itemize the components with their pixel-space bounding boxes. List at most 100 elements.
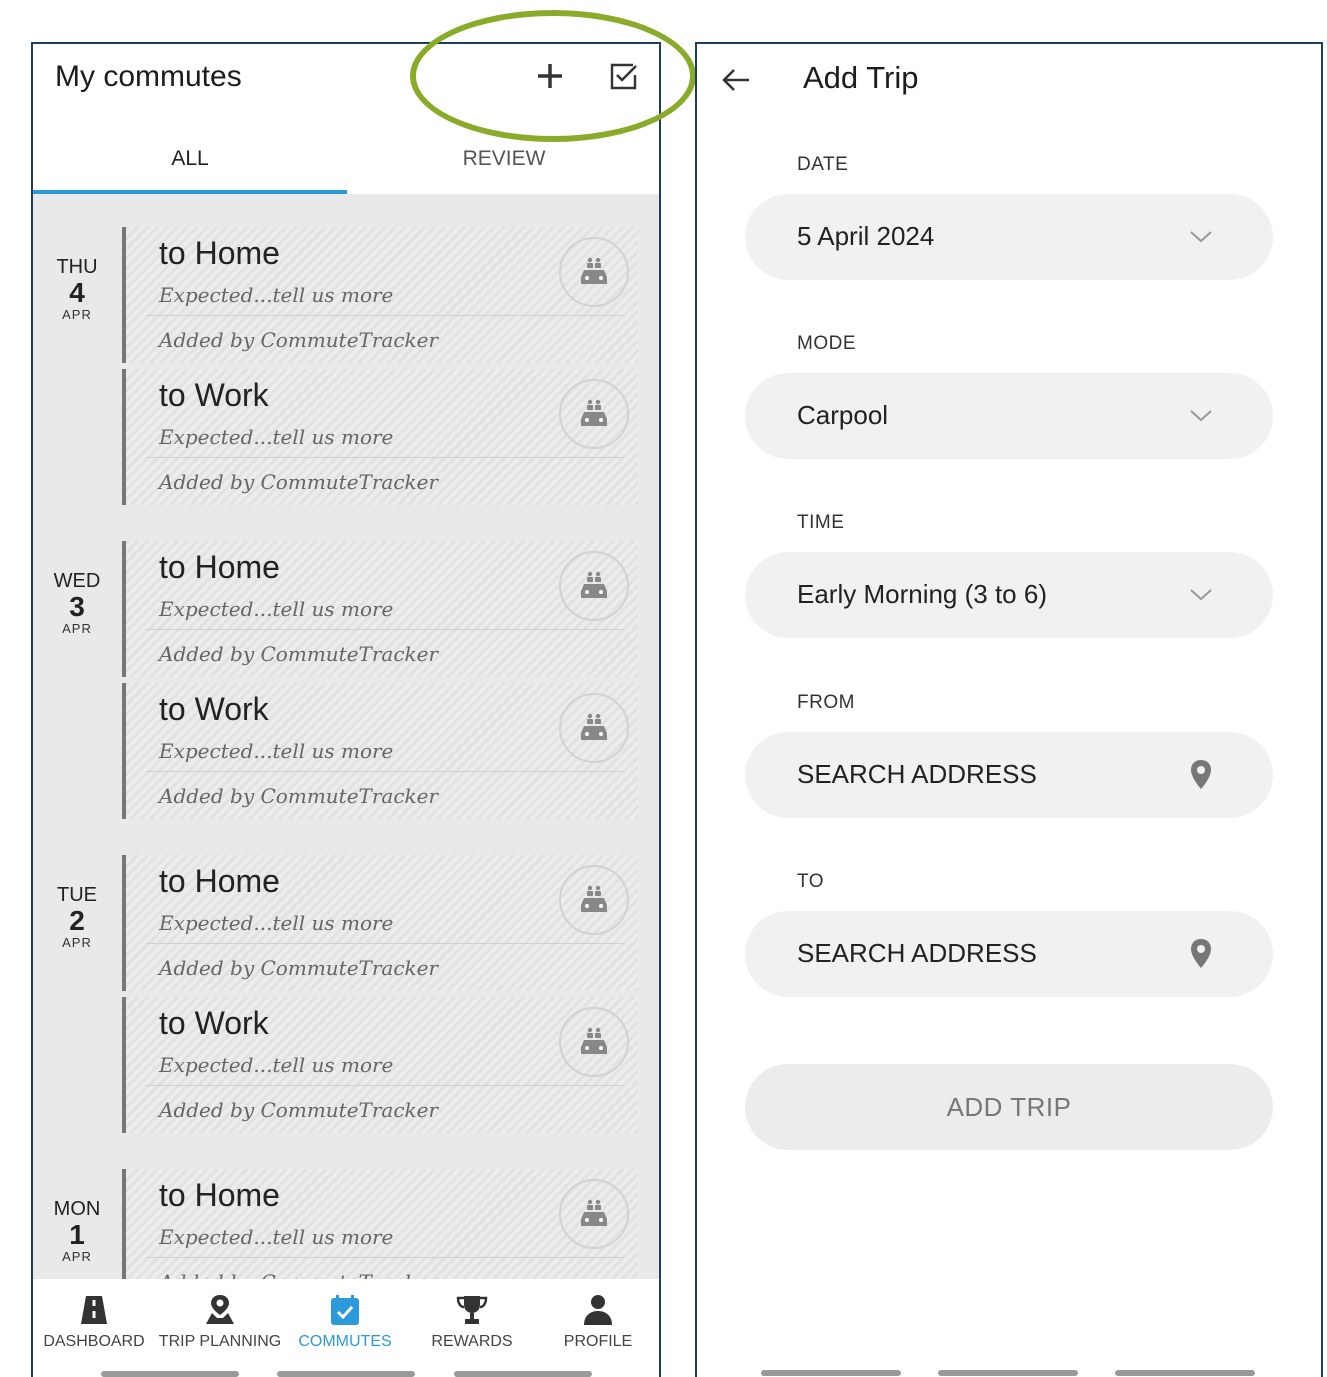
system-nav-indicator bbox=[1115, 1370, 1255, 1376]
day-of-week: THU bbox=[56, 256, 98, 278]
day-of-week: TUE bbox=[57, 884, 97, 906]
trip-card[interactable]: to Home Expected...tell us more Added by… bbox=[122, 1169, 638, 1279]
trip-title: to Home bbox=[159, 549, 280, 585]
back-arrow-icon[interactable] bbox=[719, 62, 755, 98]
day-label: THU 4 APR bbox=[33, 256, 121, 322]
tab-review[interactable]: REVIEW bbox=[347, 136, 659, 194]
carpool-icon bbox=[559, 379, 629, 449]
trip-card[interactable]: to Work Expected...tell us more Added by… bbox=[122, 683, 638, 819]
from-address-value: SEARCH ADDRESS bbox=[797, 759, 1037, 789]
carpool-icon bbox=[559, 865, 629, 935]
system-nav-indicator bbox=[938, 1370, 1078, 1376]
carpool-icon bbox=[559, 1179, 629, 1249]
location-pin-icon bbox=[1191, 939, 1211, 968]
day-month: APR bbox=[62, 1249, 92, 1264]
trip-subtitle: Expected...tell us more bbox=[159, 1053, 394, 1077]
trip-added-by: Added by CommuteTracker bbox=[159, 642, 439, 666]
day-of-week: MON bbox=[53, 1198, 101, 1220]
time-value: Early Morning (3 to 6) bbox=[797, 579, 1047, 609]
trip-added-by: Added by CommuteTracker bbox=[159, 328, 439, 352]
trip-added-by: Added by CommuteTracker bbox=[159, 956, 439, 980]
person-icon bbox=[584, 1295, 612, 1325]
day-number: 1 bbox=[69, 1219, 85, 1250]
mode-label: MODE bbox=[797, 333, 856, 354]
carpool-icon bbox=[559, 693, 629, 763]
trip-card[interactable]: to Work Expected...tell us more Added by… bbox=[122, 997, 638, 1133]
from-address-field[interactable]: SEARCH ADDRESS bbox=[745, 732, 1273, 818]
trip-subtitle: Expected...tell us more bbox=[159, 739, 394, 763]
card-divider bbox=[146, 457, 624, 458]
trip-subtitle: Expected...tell us more bbox=[159, 1225, 394, 1249]
tab-all[interactable]: ALL bbox=[33, 136, 347, 194]
commutes-screen: My commutes ALL REVIEW THU 4 APR to Home… bbox=[31, 42, 661, 1377]
card-divider bbox=[146, 315, 624, 316]
trip-added-by: Added by CommuteTracker bbox=[159, 1270, 438, 1279]
card-divider bbox=[146, 771, 624, 772]
system-nav-indicator bbox=[454, 1371, 592, 1377]
add-trip-screen: Add Trip DATE 5 April 2024 MODE Carpool … bbox=[695, 42, 1323, 1377]
chevron-down-icon bbox=[1190, 589, 1212, 601]
card-divider bbox=[146, 1085, 624, 1086]
day-of-week: WED bbox=[53, 570, 101, 592]
trip-card[interactable]: to Work Expected...tell us more Added by… bbox=[122, 369, 638, 505]
road-icon bbox=[81, 1296, 107, 1324]
trip-added-by: Added by CommuteTracker bbox=[159, 470, 439, 494]
trip-title: to Work bbox=[159, 1005, 269, 1041]
day-month: APR bbox=[62, 621, 92, 636]
add-trip-plus-icon[interactable] bbox=[530, 56, 570, 96]
date-select[interactable]: 5 April 2024 bbox=[745, 194, 1273, 280]
chevron-down-icon bbox=[1190, 231, 1212, 243]
carpool-icon bbox=[559, 237, 629, 307]
system-nav-indicator bbox=[101, 1371, 239, 1377]
day-label: WED 3 APR bbox=[33, 570, 121, 636]
commute-list[interactable]: THU 4 APR to Home Expected...tell us mor… bbox=[33, 194, 659, 1279]
chevron-down-icon bbox=[1190, 410, 1212, 422]
trip-subtitle: Expected...tell us more bbox=[159, 911, 394, 935]
carpool-icon bbox=[559, 551, 629, 621]
from-label: FROM bbox=[797, 692, 855, 713]
nav-label: DASHBOARD bbox=[43, 1333, 145, 1350]
time-label: TIME bbox=[797, 512, 845, 533]
system-nav-indicator bbox=[277, 1371, 415, 1377]
commutes-tabs: ALL REVIEW bbox=[33, 136, 659, 194]
to-address-field[interactable]: SEARCH ADDRESS bbox=[745, 911, 1273, 997]
trip-title: to Work bbox=[159, 691, 269, 727]
nav-dashboard[interactable]: DASHBOARD bbox=[33, 1279, 155, 1359]
trip-subtitle: Expected...tell us more bbox=[159, 597, 394, 621]
commutes-header: My commutes bbox=[33, 44, 659, 114]
nav-trip-planning[interactable]: TRIP PLANNING bbox=[155, 1279, 285, 1359]
nav-label: PROFILE bbox=[563, 1333, 633, 1350]
nav-profile[interactable]: PROFILE bbox=[535, 1279, 659, 1359]
card-divider bbox=[146, 629, 624, 630]
time-select[interactable]: Early Morning (3 to 6) bbox=[745, 552, 1273, 638]
card-divider bbox=[146, 1257, 624, 1258]
card-divider bbox=[146, 943, 624, 944]
trip-added-by: Added by CommuteTracker bbox=[159, 1098, 439, 1122]
mode-select[interactable]: Carpool bbox=[745, 373, 1273, 459]
carpool-icon bbox=[559, 1007, 629, 1077]
trip-card[interactable]: to Home Expected...tell us more Added by… bbox=[122, 855, 638, 991]
day-month: APR bbox=[62, 307, 92, 322]
to-label: TO bbox=[797, 871, 825, 892]
day-label: MON 1 APR bbox=[33, 1198, 121, 1264]
trip-title: to Home bbox=[159, 235, 280, 271]
nav-commutes[interactable]: COMMUTES bbox=[285, 1279, 405, 1359]
day-label: TUE 2 APR bbox=[33, 884, 121, 950]
trip-subtitle: Expected...tell us more bbox=[159, 283, 394, 307]
trip-card[interactable]: to Home Expected...tell us more Added by… bbox=[122, 541, 638, 677]
review-checkbox-icon[interactable] bbox=[604, 56, 644, 96]
trip-title: to Work bbox=[159, 377, 269, 413]
nav-label: TRIP PLANNING bbox=[158, 1333, 282, 1350]
day-number: 3 bbox=[69, 591, 85, 622]
nav-rewards[interactable]: REWARDS bbox=[409, 1279, 535, 1359]
day-number: 2 bbox=[69, 905, 85, 936]
trip-added-by: Added by CommuteTracker bbox=[159, 784, 439, 808]
trip-card[interactable]: to Home Expected...tell us more Added by… bbox=[122, 227, 638, 363]
nav-label: COMMUTES bbox=[298, 1333, 392, 1350]
location-pin-icon bbox=[1191, 760, 1211, 789]
trophy-icon bbox=[456, 1296, 488, 1324]
trip-title: to Home bbox=[159, 1177, 280, 1213]
page-title: Add Trip bbox=[803, 60, 919, 95]
add-trip-button[interactable]: ADD TRIP bbox=[745, 1064, 1273, 1150]
date-value: 5 April 2024 bbox=[797, 221, 935, 251]
